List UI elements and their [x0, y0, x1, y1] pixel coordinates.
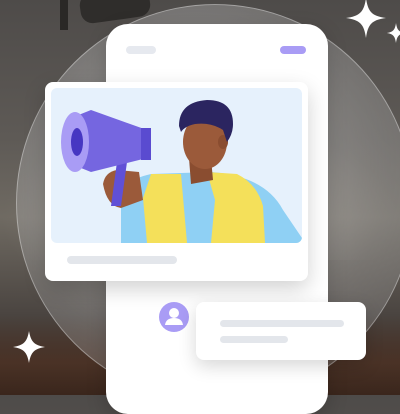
sparkle-icon — [387, 23, 400, 43]
message-text-placeholder — [220, 320, 344, 327]
person-with-megaphone-illustration — [61, 100, 302, 243]
post-card — [45, 82, 308, 281]
avatar — [159, 302, 189, 332]
message-bubble — [196, 302, 366, 360]
phone-accent-pill — [280, 46, 306, 54]
sparkle-icon — [346, 0, 386, 38]
phone-status-pill — [126, 46, 156, 54]
user-icon — [165, 308, 183, 325]
message-text-placeholder — [220, 336, 288, 343]
street-lamp-pole — [60, 0, 68, 30]
post-caption-placeholder — [67, 256, 177, 264]
post-illustration — [51, 88, 302, 243]
sparkle-icon — [13, 331, 45, 363]
